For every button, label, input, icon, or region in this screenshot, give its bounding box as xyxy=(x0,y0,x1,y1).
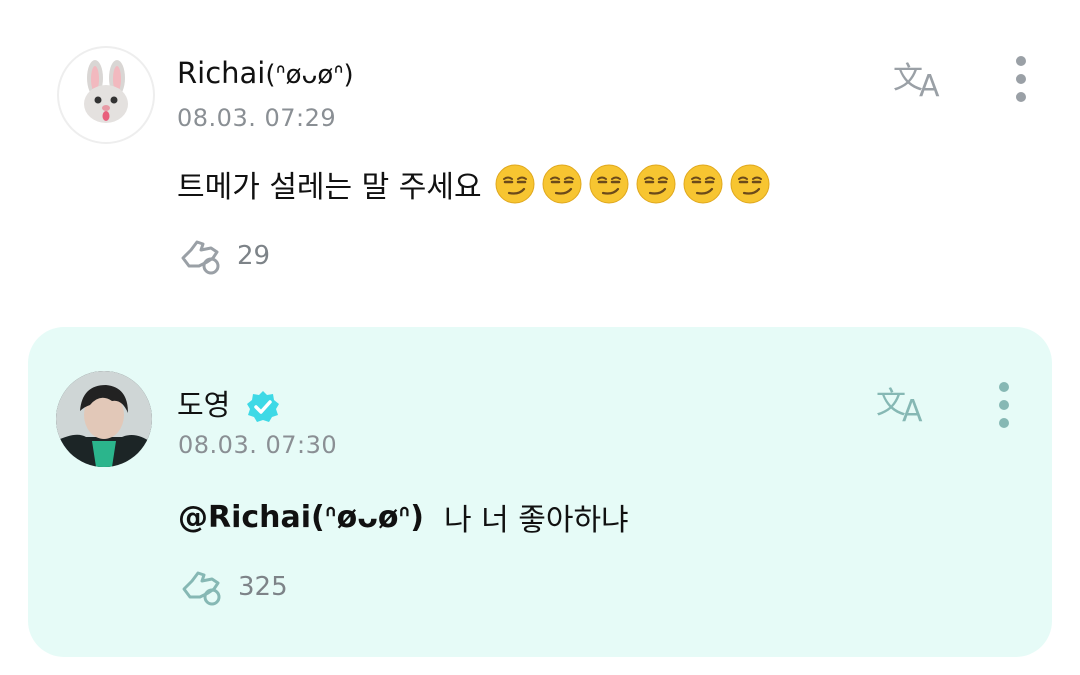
username-text: Richai xyxy=(177,56,266,90)
comment-post: Richai(ᐢøᴗøᐢ) 08.03. 07:29 트메가 설레는 말 주세요… xyxy=(0,0,1080,310)
username-kaomoji: (ᐢøᴗøᐢ) xyxy=(265,60,354,90)
artist-reply-post: 도영 08.03. 07:30 @Richai(ᐢøᴗøᐢ) 나 너 좋아하냐 … xyxy=(28,327,1052,657)
smirking-face-icon xyxy=(495,164,535,204)
message-text: 나 너 좋아하냐 xyxy=(443,503,629,538)
username[interactable]: Richai(ᐢøᴗøᐢ) xyxy=(177,56,354,90)
svg-text:A: A xyxy=(919,69,940,100)
comment-text: @Richai(ᐢøᴗøᐢ) 나 너 좋아하냐 xyxy=(178,495,629,539)
smirking-face-icon xyxy=(636,164,676,204)
avatar[interactable] xyxy=(56,371,152,467)
more-options-icon[interactable] xyxy=(998,382,1010,428)
translate-icon[interactable]: 文 A xyxy=(893,56,949,100)
like-hand-icon xyxy=(181,240,220,275)
username-text: 도영 xyxy=(177,388,231,422)
like-count: 29 xyxy=(237,241,271,271)
bunny-face-icon xyxy=(84,60,128,123)
like-button[interactable]: 29 xyxy=(177,236,270,276)
smirking-face-icon xyxy=(730,164,770,204)
comment-text: 트메가 설레는 말 주세요 xyxy=(177,162,770,206)
timestamp: 08.03. 07:29 xyxy=(177,104,337,132)
like-count: 325 xyxy=(238,572,288,602)
emoji-row xyxy=(488,164,770,204)
like-button[interactable]: 325 xyxy=(178,567,288,607)
profile-photo xyxy=(56,371,152,467)
smirking-face-icon xyxy=(683,164,723,204)
mention-link[interactable]: @Richai(ᐢøᴗøᐢ) xyxy=(178,500,424,535)
smirking-face-icon xyxy=(542,164,582,204)
username[interactable]: 도영 xyxy=(177,382,280,424)
more-options-icon[interactable] xyxy=(1015,56,1027,102)
translate-icon[interactable]: 文 A xyxy=(876,381,932,425)
like-hand-icon xyxy=(182,571,221,606)
timestamp: 08.03. 07:30 xyxy=(178,431,338,459)
verified-badge-icon xyxy=(246,391,279,422)
smirking-face-icon xyxy=(589,164,629,204)
avatar[interactable] xyxy=(57,46,155,144)
message-text: 트메가 설레는 말 주세요 xyxy=(177,170,482,205)
svg-text:A: A xyxy=(902,394,923,425)
